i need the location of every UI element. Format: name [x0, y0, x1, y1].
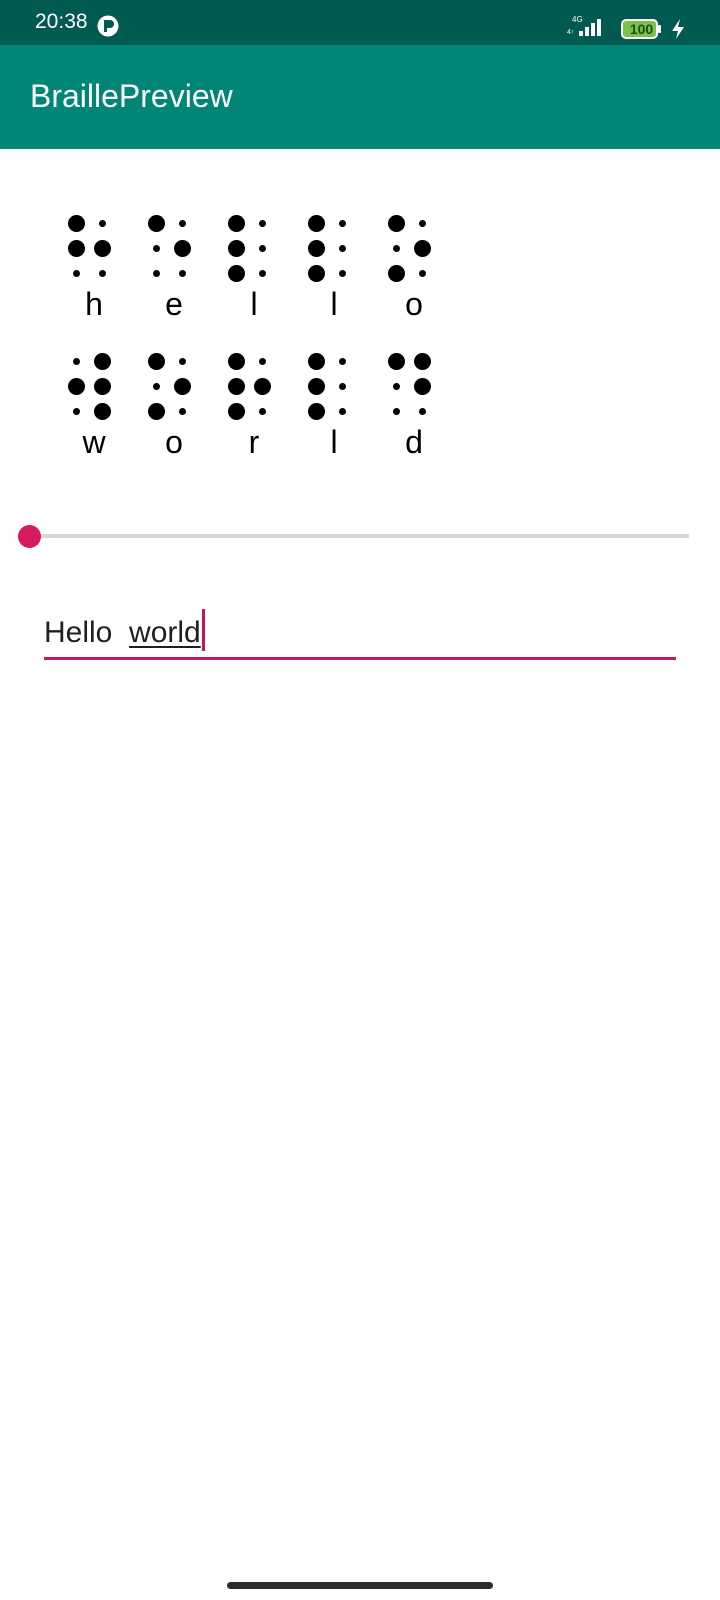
gesture-navigation-bar[interactable]	[227, 1582, 493, 1589]
charging-bolt-icon	[672, 19, 684, 39]
braille-dot-raised	[387, 264, 405, 282]
braille-dot-flat	[258, 244, 266, 252]
braille-dot-raised	[67, 377, 85, 395]
braille-dot-flat	[72, 269, 80, 277]
braille-dot-raised	[413, 377, 431, 395]
braille-dot-raised	[67, 239, 85, 257]
braille-cell: l	[214, 203, 294, 341]
braille-dot-raised	[307, 264, 325, 282]
braille-dot-flat	[392, 244, 400, 252]
braille-dot-raised	[147, 214, 165, 232]
braille-dot-flat	[72, 407, 80, 415]
braille-dot-raised	[147, 352, 165, 370]
braille-letter: l	[330, 286, 338, 322]
braille-dot-flat	[152, 269, 160, 277]
braille-dot-raised	[227, 214, 245, 232]
braille-dot-flat	[178, 219, 186, 227]
braille-letter: o	[405, 286, 423, 322]
braille-letter: h	[85, 286, 103, 322]
braille-dot-raised	[67, 214, 85, 232]
braille-preview: h e l l o w o r l d	[54, 203, 454, 478]
braille-dot-flat	[72, 357, 80, 365]
braille-dot-raised	[307, 377, 325, 395]
braille-cell: h	[54, 203, 134, 341]
braille-dot-flat	[338, 219, 346, 227]
braille-dot-raised	[387, 352, 405, 370]
braille-cell: e	[134, 203, 214, 341]
braille-dot-flat	[178, 269, 186, 277]
braille-dot-flat	[152, 382, 160, 390]
braille-cell: r	[214, 341, 294, 479]
preview-slider[interactable]	[18, 520, 691, 552]
braille-letter: r	[248, 424, 260, 460]
braille-dot-flat	[418, 407, 426, 415]
braille-dot-flat	[338, 407, 346, 415]
braille-letter: l	[250, 286, 258, 322]
braille-dot-flat	[338, 357, 346, 365]
braille-dot-raised	[227, 402, 245, 420]
braille-letter: e	[165, 286, 183, 322]
braille-cell: l	[294, 203, 374, 341]
braille-dot-raised	[227, 264, 245, 282]
braille-dot-raised	[147, 402, 165, 420]
braille-dot-raised	[227, 377, 245, 395]
braille-dot-raised	[227, 239, 245, 257]
braille-dot-raised	[173, 377, 191, 395]
braille-dot-flat	[98, 219, 106, 227]
braille-dot-raised	[307, 214, 325, 232]
slider-track[interactable]	[30, 534, 689, 538]
braille-dot-flat	[178, 357, 186, 365]
braille-dot-raised	[387, 214, 405, 232]
braille-dot-flat	[338, 269, 346, 277]
braille-dot-flat	[418, 219, 426, 227]
braille-dot-raised	[173, 239, 191, 257]
braille-letter: w	[82, 424, 106, 460]
status-time: 20:38	[35, 10, 88, 33]
braille-letter: l	[330, 424, 338, 460]
braille-dot-raised	[413, 352, 431, 370]
braille-dot-flat	[258, 269, 266, 277]
braille-row: world	[54, 341, 454, 479]
braille-dot-flat	[338, 244, 346, 252]
braille-dot-raised	[307, 352, 325, 370]
braille-letter: d	[405, 424, 423, 460]
braille-dot-flat	[258, 357, 266, 365]
braille-dot-raised	[253, 377, 271, 395]
signal-icon: 4↑	[567, 19, 601, 36]
braille-dot-flat	[152, 244, 160, 252]
braille-dot-flat	[392, 407, 400, 415]
braille-dot-raised	[307, 402, 325, 420]
status-bar: 20:38 4G 4↑ 100	[0, 0, 720, 45]
braille-dot-flat	[418, 269, 426, 277]
braille-dot-raised	[307, 239, 325, 257]
braille-letter: o	[165, 424, 183, 460]
braille-dot-flat	[178, 407, 186, 415]
battery-level: 100	[629, 21, 654, 37]
braille-dot-raised	[93, 377, 111, 395]
braille-dot-raised	[93, 352, 111, 370]
braille-dot-raised	[93, 239, 111, 257]
braille-cell: d	[374, 341, 454, 479]
braille-dot-raised	[413, 239, 431, 257]
braille-cell: o	[134, 341, 214, 479]
braille-dot-raised	[93, 402, 111, 420]
braille-row: hello	[54, 203, 454, 341]
text-field-underline	[44, 657, 676, 660]
braille-dot-flat	[258, 219, 266, 227]
braille-dot-flat	[338, 382, 346, 390]
slider-thumb[interactable]	[18, 525, 41, 548]
text-input-field[interactable]: Hello world	[44, 606, 676, 662]
braille-dot-raised	[227, 352, 245, 370]
text-input[interactable]	[44, 606, 676, 660]
app-title: BraillePreview	[30, 78, 233, 114]
braille-cell: w	[54, 341, 134, 479]
svg-text:4↑: 4↑	[567, 29, 574, 36]
app-notification-icon	[97, 15, 119, 37]
braille-cell: o	[374, 203, 454, 341]
braille-dot-flat	[258, 407, 266, 415]
braille-dot-flat	[98, 269, 106, 277]
braille-dot-flat	[392, 382, 400, 390]
braille-cell: l	[294, 341, 374, 479]
